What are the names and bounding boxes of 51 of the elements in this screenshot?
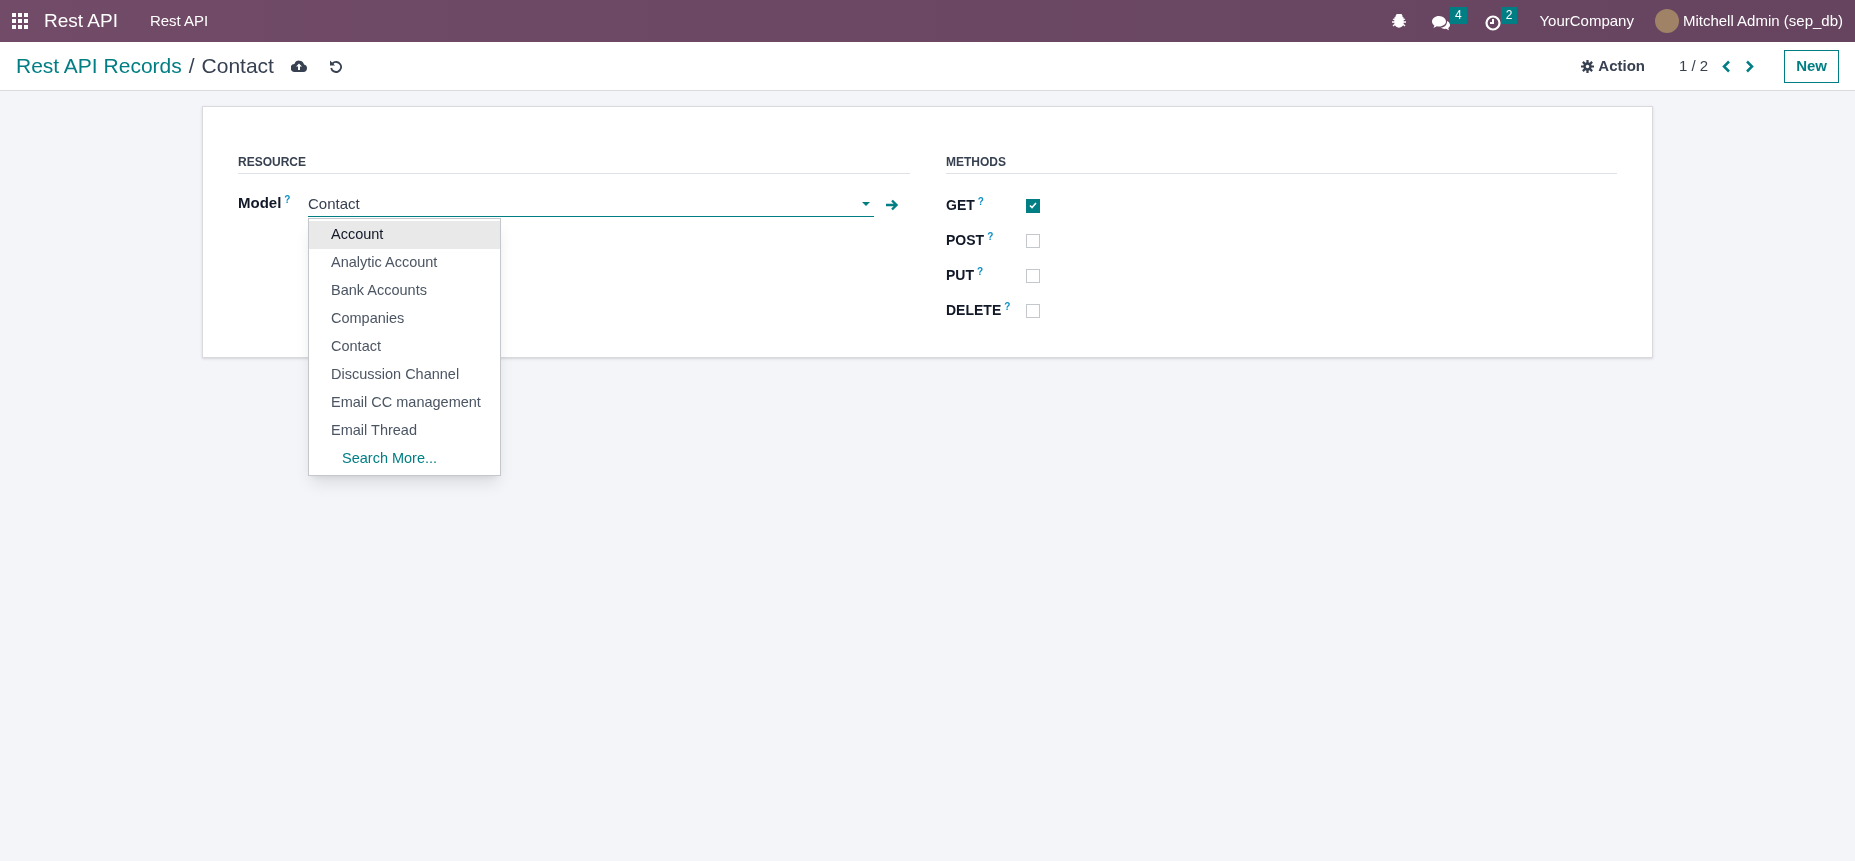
avatar — [1654, 9, 1679, 33]
method-checkbox[interactable] — [1026, 233, 1040, 248]
arrow-right-icon[interactable] — [885, 199, 899, 211]
bug-icon[interactable] — [1392, 14, 1407, 28]
section-heading: METHODS — [946, 153, 1617, 174]
dropdown-item[interactable]: Email CC management — [309, 389, 500, 417]
previous-icon[interactable] — [1722, 59, 1732, 73]
new-button[interactable]: New — [1784, 49, 1839, 83]
field-label: Model $^{?}$ — [238, 193, 292, 213]
method-checkbox[interactable] — [1026, 198, 1040, 213]
clock-icon[interactable] — [1484, 15, 1501, 31]
caret-icon — [862, 202, 870, 206]
help-mark[interactable]: ? — [284, 194, 291, 205]
search-more-link[interactable]: Search More... — [309, 445, 500, 473]
menu-item[interactable]: Rest API — [149, 9, 209, 33]
help-mark[interactable]: ? — [977, 196, 984, 207]
method-label: GET $^{?}$ — [946, 195, 985, 215]
next-icon[interactable] — [1745, 59, 1755, 73]
dropdown-item[interactable]: Email Thread — [309, 417, 500, 445]
method-checkbox[interactable] — [1026, 303, 1040, 318]
dropdown-item[interactable]: Account — [309, 221, 500, 249]
breadcrumb-current: Contact — [201, 53, 274, 80]
chat-icon[interactable] — [1432, 15, 1451, 31]
breadcrumb-link[interactable]: Rest API Records — [16, 50, 182, 82]
checkmark-icon — [1029, 202, 1037, 209]
pager-value[interactable]: 1 / 2 — [1678, 54, 1709, 78]
user-menu[interactable]: Mitchell Admin (sep_db) — [1682, 9, 1843, 33]
cloud-upload-icon[interactable] — [290, 60, 307, 72]
method-label: POST $^{?}$ — [946, 230, 995, 250]
help-mark[interactable]: ? — [1004, 301, 1011, 312]
dropdown-item[interactable]: Analytic Account — [309, 249, 500, 277]
help-mark[interactable]: ? — [987, 231, 994, 242]
dropdown-item[interactable]: Discussion Channel — [309, 361, 500, 389]
company-name[interactable]: YourCompany — [1539, 9, 1634, 33]
breadcrumb-separator: / — [188, 53, 195, 80]
method-label: DELETE $^{?}$ — [946, 300, 1012, 320]
gear-icon — [1581, 59, 1595, 73]
method-checkbox[interactable] — [1026, 268, 1040, 283]
notification-badge: 4 — [1450, 7, 1467, 24]
section-heading: RESOURCE — [238, 153, 910, 174]
method-label: PUT $^{?}$ — [946, 265, 985, 285]
dropdown-item[interactable]: Bank Accounts — [309, 277, 500, 305]
dropdown-item[interactable]: Companies — [309, 305, 500, 333]
app-name[interactable]: Rest API — [44, 6, 118, 36]
action-button[interactable]: Action — [1581, 54, 1645, 78]
help-mark[interactable]: ? — [977, 266, 984, 277]
activity-badge: 2 — [1500, 7, 1518, 24]
model-field[interactable]: Contact — [308, 192, 874, 217]
undo-icon[interactable] — [328, 59, 343, 73]
app-grid-icon[interactable] — [12, 13, 28, 29]
dropdown-item[interactable]: Contact — [309, 333, 500, 361]
